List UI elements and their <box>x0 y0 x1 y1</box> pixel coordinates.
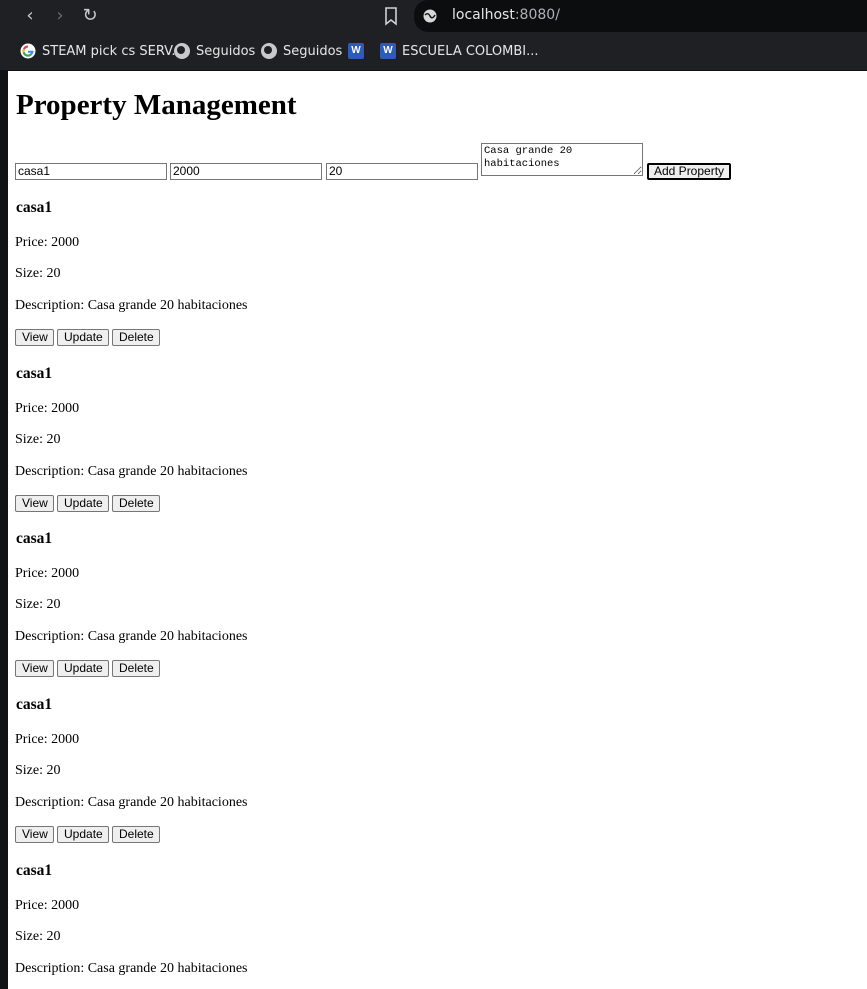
reload-icon[interactable]: ↻ <box>78 4 102 28</box>
property-description: Description: Casa grande 20 habitaciones <box>15 961 248 976</box>
bookmark-steam[interactable]: STEAM pick cs SERV... <box>20 41 184 61</box>
update-button[interactable]: Update <box>57 329 109 346</box>
property-item: casa1 Price: 2000 Size: 20 Description: … <box>15 862 615 989</box>
view-button[interactable]: View <box>15 495 54 512</box>
bookmark-escuela[interactable]: W ESCUELA COLOMBI... <box>380 41 539 61</box>
forward-arrow-icon[interactable]: › <box>48 4 72 28</box>
globe-icon <box>261 43 277 59</box>
word-icon: W <box>348 43 364 59</box>
browser-toolbar: ‹ › ↻ localhost:8080/ <box>0 0 867 32</box>
property-name: casa1 <box>16 365 53 382</box>
name-input[interactable] <box>15 163 167 180</box>
bookmark-label: Seguidos <box>283 43 343 59</box>
delete-button[interactable]: Delete <box>112 660 160 677</box>
bookmark-icon[interactable] <box>380 4 402 28</box>
page-title: Property Management <box>16 89 297 121</box>
property-name: casa1 <box>16 530 53 547</box>
size-input[interactable] <box>326 163 478 180</box>
view-button[interactable]: View <box>15 660 54 677</box>
property-description: Description: Casa grande 20 habitaciones <box>15 464 248 479</box>
bookmarks-bar: STEAM pick cs SERV... Seguidos Seguidos … <box>0 32 867 70</box>
bookmark-label: Seguidos <box>196 43 256 59</box>
price-input[interactable] <box>170 163 322 180</box>
view-button[interactable]: View <box>15 329 54 346</box>
property-size: Size: 20 <box>15 432 61 447</box>
property-name: casa1 <box>16 862 53 879</box>
bookmark-seguidos-1[interactable]: Seguidos <box>174 41 255 61</box>
property-item: casa1 Price: 2000 Size: 20 Description: … <box>15 530 615 696</box>
property-price: Price: 2000 <box>15 401 80 416</box>
bookmark-seguidos-2[interactable]: Seguidos <box>261 41 342 61</box>
bookmark-label: ESCUELA COLOMBI... <box>402 43 539 59</box>
property-size: Size: 20 <box>15 763 61 778</box>
google-icon <box>20 43 36 59</box>
address-bar[interactable]: localhost:8080/ <box>414 0 867 32</box>
page-viewport: Property Management Casa grande 20 habit… <box>8 71 867 989</box>
property-name: casa1 <box>16 696 53 713</box>
description-textarea[interactable]: Casa grande 20 habitaciones <box>481 143 643 176</box>
property-description: Description: Casa grande 20 habitaciones <box>15 629 248 644</box>
url-text: localhost:8080/ <box>452 7 560 23</box>
property-price: Price: 2000 <box>15 235 80 250</box>
property-price: Price: 2000 <box>15 898 80 913</box>
property-item: casa1 Price: 2000 Size: 20 Description: … <box>15 365 615 531</box>
back-arrow-icon[interactable]: ‹ <box>18 4 42 28</box>
property-name: casa1 <box>16 199 53 216</box>
globe-icon <box>174 43 190 59</box>
delete-button[interactable]: Delete <box>112 495 160 512</box>
property-price: Price: 2000 <box>15 566 80 581</box>
property-description: Description: Casa grande 20 habitaciones <box>15 795 248 810</box>
delete-button[interactable]: Delete <box>112 329 160 346</box>
site-info-icon[interactable] <box>422 8 438 24</box>
property-size: Size: 20 <box>15 929 61 944</box>
add-property-button[interactable]: Add Property <box>647 163 732 180</box>
delete-button[interactable]: Delete <box>112 826 160 843</box>
update-button[interactable]: Update <box>57 660 109 677</box>
update-button[interactable]: Update <box>57 826 109 843</box>
property-size: Size: 20 <box>15 597 61 612</box>
update-button[interactable]: Update <box>57 495 109 512</box>
property-price: Price: 2000 <box>15 732 80 747</box>
property-description: Description: Casa grande 20 habitaciones <box>15 298 248 313</box>
property-item: casa1 Price: 2000 Size: 20 Description: … <box>15 696 615 862</box>
property-item: casa1 Price: 2000 Size: 20 Description: … <box>15 199 615 365</box>
word-icon: W <box>380 43 396 59</box>
property-size: Size: 20 <box>15 266 61 281</box>
bookmark-label: STEAM pick cs SERV... <box>42 43 184 59</box>
view-button[interactable]: View <box>15 826 54 843</box>
bookmark-word[interactable]: W <box>348 41 370 61</box>
